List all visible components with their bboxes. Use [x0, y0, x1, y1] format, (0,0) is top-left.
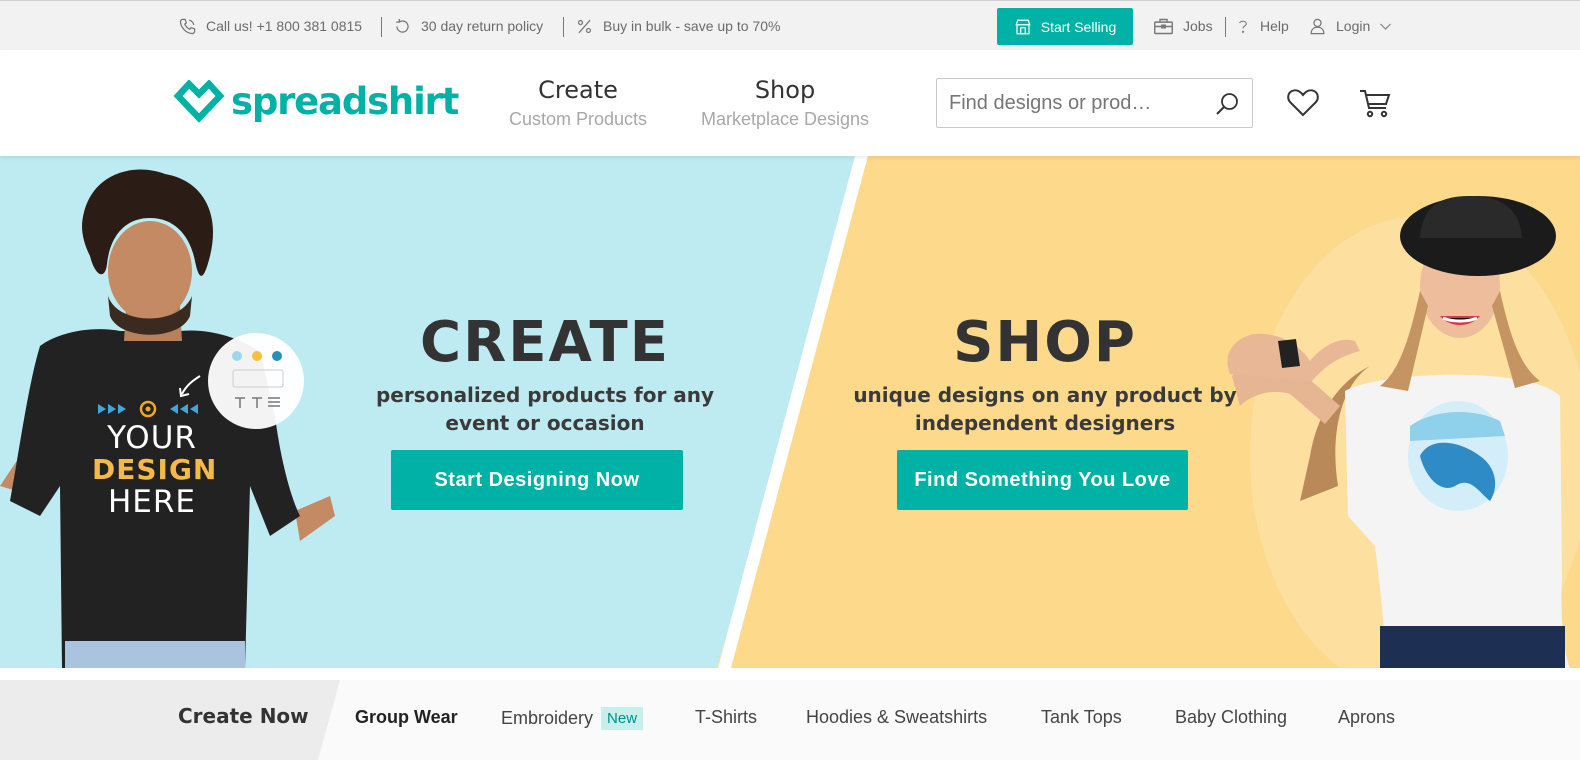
phone-text: Call us! +1 800 381 0815	[206, 18, 363, 34]
shop-title: SHOP	[953, 310, 1137, 375]
login-label: Login	[1336, 18, 1371, 34]
create-subtitle-line1: personalized products for any	[375, 383, 715, 407]
heart-logo-icon	[173, 80, 225, 123]
return-policy-text: 30 day return policy	[421, 18, 544, 34]
search-icon[interactable]	[1214, 91, 1240, 117]
phone-link[interactable]: Call us! +1 800 381 0815	[178, 1, 362, 51]
category-t-shirts[interactable]: T-Shirts	[695, 707, 757, 728]
jobs-link[interactable]: Jobs	[1153, 1, 1213, 51]
shirt-text-line: HERE	[107, 484, 197, 520]
divider	[563, 17, 564, 37]
help-link[interactable]: Help	[1235, 1, 1289, 51]
nav-create-subtitle: Custom Products	[508, 109, 648, 129]
category-bar: Create Now Group Wear Embroidery New T-Sh…	[0, 680, 1580, 760]
nav-shop[interactable]: Shop Marketplace Designs	[697, 74, 873, 132]
category-baby-clothing[interactable]: Baby Clothing	[1175, 707, 1287, 728]
user-icon	[1310, 18, 1325, 34]
main-header: spreadshirt Create Custom Products Shop …	[0, 50, 1580, 156]
cart-icon[interactable]	[1358, 87, 1392, 119]
create-now-link[interactable]: Create Now	[178, 704, 309, 728]
shirt-design-text: YOUR DESIGN HERE	[92, 420, 218, 520]
shop-promo: SHOP unique designs on any product by in…	[830, 313, 1260, 437]
new-badge: New	[601, 707, 644, 730]
create-subtitle-line2: event or occasion	[445, 411, 645, 435]
start-selling-label: Start Selling	[1040, 18, 1117, 35]
start-selling-button[interactable]: Start Selling	[997, 8, 1133, 45]
briefcase-icon	[1154, 18, 1173, 34]
nav-shop-subtitle: Marketplace Designs	[700, 109, 870, 129]
spreadshirt-logo[interactable]: spreadshirt	[173, 80, 459, 124]
chevron-down-icon	[1380, 23, 1392, 30]
store-icon	[1015, 19, 1031, 34]
nav-create-title: Create	[538, 76, 618, 104]
bulk-discount-link[interactable]: Buy in bulk - save up to 70%	[575, 1, 780, 51]
create-title: CREATE	[420, 310, 670, 375]
search-input[interactable]	[947, 90, 1211, 116]
divider	[1225, 17, 1226, 37]
return-policy-link[interactable]: 30 day return policy	[393, 1, 543, 51]
phone-icon	[179, 18, 196, 34]
hero-banner: YOUR DESIGN HERE CREATE personalized pro…	[0, 156, 1580, 668]
heart-icon[interactable]	[1286, 87, 1320, 119]
start-designing-button[interactable]: Start Designing Now	[391, 450, 683, 510]
search-box	[936, 78, 1253, 128]
hero-background	[0, 156, 1580, 668]
divider	[381, 17, 382, 37]
logo-text: spreadshirt	[231, 80, 459, 123]
category-hoodies-sweatshirts[interactable]: Hoodies & Sweatshirts	[806, 707, 987, 728]
nav-shop-title: Shop	[754, 76, 816, 104]
category-tank-tops[interactable]: Tank Tops	[1041, 707, 1122, 728]
return-icon	[396, 18, 409, 33]
category-embroidery-label: Embroidery	[501, 708, 594, 728]
shop-subtitle-line2: independent designers	[914, 411, 1176, 435]
shirt-text-line: YOUR	[107, 420, 197, 456]
jobs-label: Jobs	[1183, 18, 1213, 34]
category-group-wear[interactable]: Group Wear	[355, 707, 458, 728]
help-icon	[1239, 20, 1247, 33]
category-embroidery[interactable]: Embroidery New	[501, 707, 644, 730]
top-utility-bar: Call us! +1 800 381 0815 30 day return p…	[0, 0, 1580, 50]
percent-icon	[577, 19, 592, 33]
find-something-button[interactable]: Find Something You Love	[897, 450, 1188, 510]
help-label: Help	[1260, 18, 1289, 34]
create-promo: CREATE personalized products for any eve…	[340, 313, 750, 437]
shop-subtitle-line1: unique designs on any product by	[853, 383, 1237, 407]
nav-create[interactable]: Create Custom Products	[505, 74, 651, 132]
shirt-text-line: DESIGN	[92, 453, 218, 486]
login-menu[interactable]: Login	[1308, 1, 1393, 51]
category-aprons[interactable]: Aprons	[1338, 707, 1395, 728]
bulk-discount-text: Buy in bulk - save up to 70%	[603, 18, 781, 34]
